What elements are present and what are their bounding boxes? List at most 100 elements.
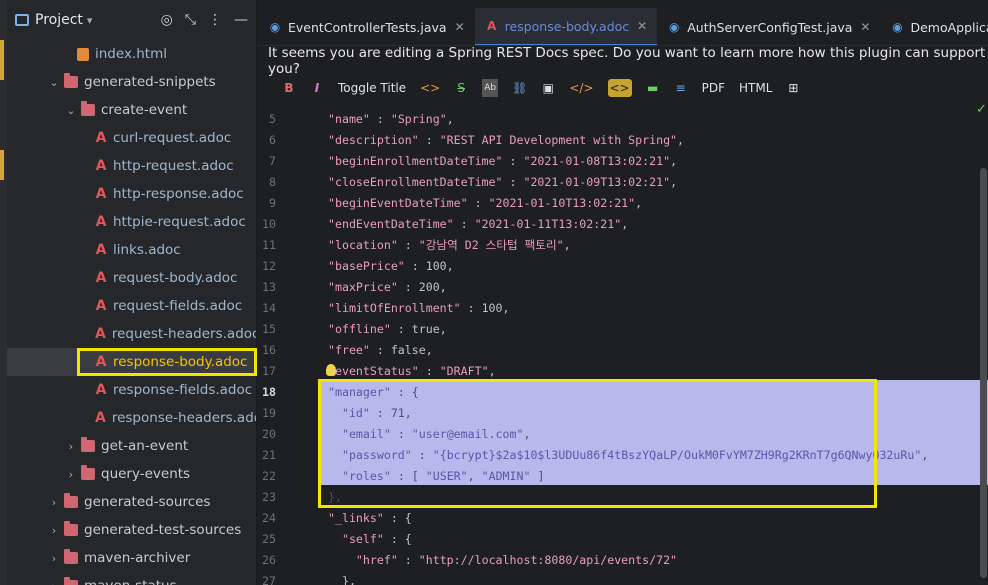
chevron-right-icon[interactable]: › [64, 468, 78, 481]
asciidoc-icon: A [95, 382, 107, 398]
tree-folder[interactable]: › query-events [7, 460, 256, 488]
code-line[interactable]: 9 "beginEventDateTime" : "2021-01-10T13:0… [258, 192, 988, 213]
close-icon[interactable]: ✕ [455, 20, 465, 34]
editor-tab[interactable]: ◉DemoApplicationTests.java✕ [880, 8, 988, 45]
editor-tab[interactable]: Aresponse-body.adoc ✕ [474, 8, 658, 45]
chevron-down-icon[interactable]: ▾ [87, 14, 93, 27]
chevron-right-icon[interactable]: › [64, 440, 78, 453]
folder-icon [64, 73, 78, 88]
code-line[interactable]: 7 "beginEnrollmentDateTime" : "2021-01-08… [258, 150, 988, 171]
tree-folder[interactable]: › generated-test-sources [7, 516, 256, 544]
abbreviation-icon[interactable]: Ab [482, 79, 499, 97]
tree-file[interactable]: Ahttp-request.adoc [7, 152, 256, 180]
italic-button[interactable]: I [310, 79, 324, 97]
code-editor[interactable]: 5 "name" : "Spring", 6 "description" : "RES… [258, 101, 988, 585]
tree-item-label: query-events [101, 466, 191, 482]
code-line[interactable]: 15 "offline" : true, [258, 318, 988, 339]
code-line[interactable]: 5 "name" : "Spring", [258, 108, 988, 129]
code-line[interactable]: 24 "_links" : { [258, 507, 988, 528]
chevron-down-icon[interactable]: ⌄ [64, 104, 78, 117]
line-number: 14 [262, 300, 276, 315]
table-block-icon[interactable]: ▬ [646, 79, 660, 97]
tree-folder[interactable]: › maven-status [7, 572, 256, 585]
code-line[interactable]: 6 "description" : "REST API Development w… [258, 129, 988, 150]
tree-item-label: request-body.adoc [113, 270, 238, 286]
tree-file[interactable]: Ahttpie-request.adoc [7, 208, 256, 236]
code-line[interactable]: 8 "closeEnrollmentDateTime" : "2021-01-09… [258, 171, 988, 192]
folder-icon [64, 493, 78, 508]
chevron-down-icon[interactable]: ⌄ [47, 76, 61, 89]
code-line[interactable]: 17 "eventStatus" : "DRAFT", [258, 360, 988, 381]
chevron-right-icon[interactable]: › [47, 580, 61, 585]
table-icon[interactable]: ⊞ [786, 79, 800, 97]
editor-tab[interactable]: ◉ EventControllerTests.java ✕ [258, 8, 475, 45]
tree-file[interactable]: Aresponse-headers.adoc [7, 404, 257, 432]
options-icon[interactable]: ⋮ [208, 12, 222, 28]
java-class-icon: ◉ [269, 20, 281, 34]
chevron-right-icon[interactable]: › [47, 524, 61, 537]
minimize-icon[interactable]: — [234, 12, 248, 28]
tree-item-label: response-headers.adoc [111, 410, 257, 426]
tool-strip-marker [0, 40, 4, 80]
locate-icon[interactable]: ◎ [161, 12, 173, 28]
tree-folder[interactable]: › maven-archiver [7, 544, 256, 572]
bold-button[interactable]: B [282, 79, 296, 97]
code-text: "location" : "강남역 D2 스타텁 팩토리", [328, 237, 571, 252]
close-icon[interactable]: ✕ [637, 19, 647, 33]
tree-item-label: request-headers.adoc [111, 326, 257, 342]
admonition-icon[interactable]: <> [607, 79, 632, 97]
asciidoc-icon: A [95, 242, 107, 258]
code-line[interactable]: 13 "maxPrice" : 200, [258, 276, 988, 297]
folder-icon [64, 549, 78, 564]
code-icon[interactable]: <> [420, 79, 440, 97]
toggle-title-button[interactable]: Toggle Title [338, 79, 406, 97]
code-line[interactable]: 14 "limitOfEnrollment" : 100, [258, 297, 988, 318]
tree-file[interactable]: Aresponse-fields.adoc [7, 376, 256, 404]
tree-item-label: request-fields.adoc [113, 298, 243, 314]
pdf-button[interactable]: PDF [702, 79, 725, 97]
asciidoc-icon: A [95, 326, 106, 342]
chevron-right-icon[interactable]: › [47, 496, 61, 509]
tree-folder[interactable]: ⌄ generated-snippets [7, 68, 256, 96]
tree-file[interactable]: Arequest-fields.adoc [7, 292, 256, 320]
lightbulb-icon[interactable] [326, 364, 336, 376]
editor-tab[interactable]: ◉ AuthServerConfigTest.java ✕ [657, 8, 880, 45]
check-icon: ✓ [976, 102, 987, 117]
tree-file[interactable]: index.html [7, 40, 256, 68]
tab-label: response-body.adoc [504, 18, 630, 34]
image-icon[interactable]: ▣ [541, 79, 555, 97]
tree-folder[interactable]: ⌄ create-event [7, 96, 256, 124]
editor-scrollbar[interactable] [980, 168, 987, 578]
link-icon[interactable]: ⛓ [512, 79, 527, 97]
line-number: 23 [262, 489, 276, 504]
code-line[interactable]: 27 }, [258, 570, 988, 585]
tree-folder[interactable]: › generated-sources [7, 488, 256, 516]
line-number: 20 [262, 426, 276, 441]
html-button[interactable]: HTML [739, 79, 772, 97]
folder-icon [81, 465, 95, 480]
code-line[interactable]: 11 "location" : "강남역 D2 스타텁 팩토리", [258, 234, 988, 255]
code-text: "eventStatus" : "DRAFT", [328, 363, 496, 378]
close-icon[interactable]: ✕ [860, 20, 870, 34]
java-class-icon: ◉ [668, 20, 680, 34]
chevron-right-icon[interactable]: › [47, 552, 61, 565]
tree-file[interactable]: Arequest-headers.adoc [7, 320, 257, 348]
folder-icon [81, 101, 95, 116]
tree-file[interactable]: Arequest-body.adoc [7, 264, 256, 292]
project-title[interactable]: Project [35, 12, 83, 28]
wrap-icon[interactable]: ≡ [674, 79, 688, 97]
code-line[interactable]: 12 "basePrice" : 100, [258, 255, 988, 276]
tree-file[interactable]: Ahttp-response.adoc [7, 180, 256, 208]
collapse-all-icon[interactable]: ⤡ [185, 12, 196, 28]
strikethrough-icon[interactable]: S̶ [454, 79, 468, 97]
source-block-icon[interactable]: </> [569, 79, 593, 97]
asciidoc-icon: A [95, 186, 107, 202]
code-line[interactable]: 16 "free" : false, [258, 339, 988, 360]
tree-folder[interactable]: › get-an-event [7, 432, 256, 460]
code-line[interactable]: 10 "endEventDateTime" : "2021-01-11T13:02… [258, 213, 988, 234]
line-number: 8 [269, 174, 276, 189]
code-line[interactable]: 26 "href" : "http://localhost:8080/api/e… [258, 549, 988, 570]
tree-file[interactable]: Alinks.adoc [7, 236, 256, 264]
tree-file[interactable]: Acurl-request.adoc [7, 124, 256, 152]
code-line[interactable]: 25 "self" : { [258, 528, 988, 549]
